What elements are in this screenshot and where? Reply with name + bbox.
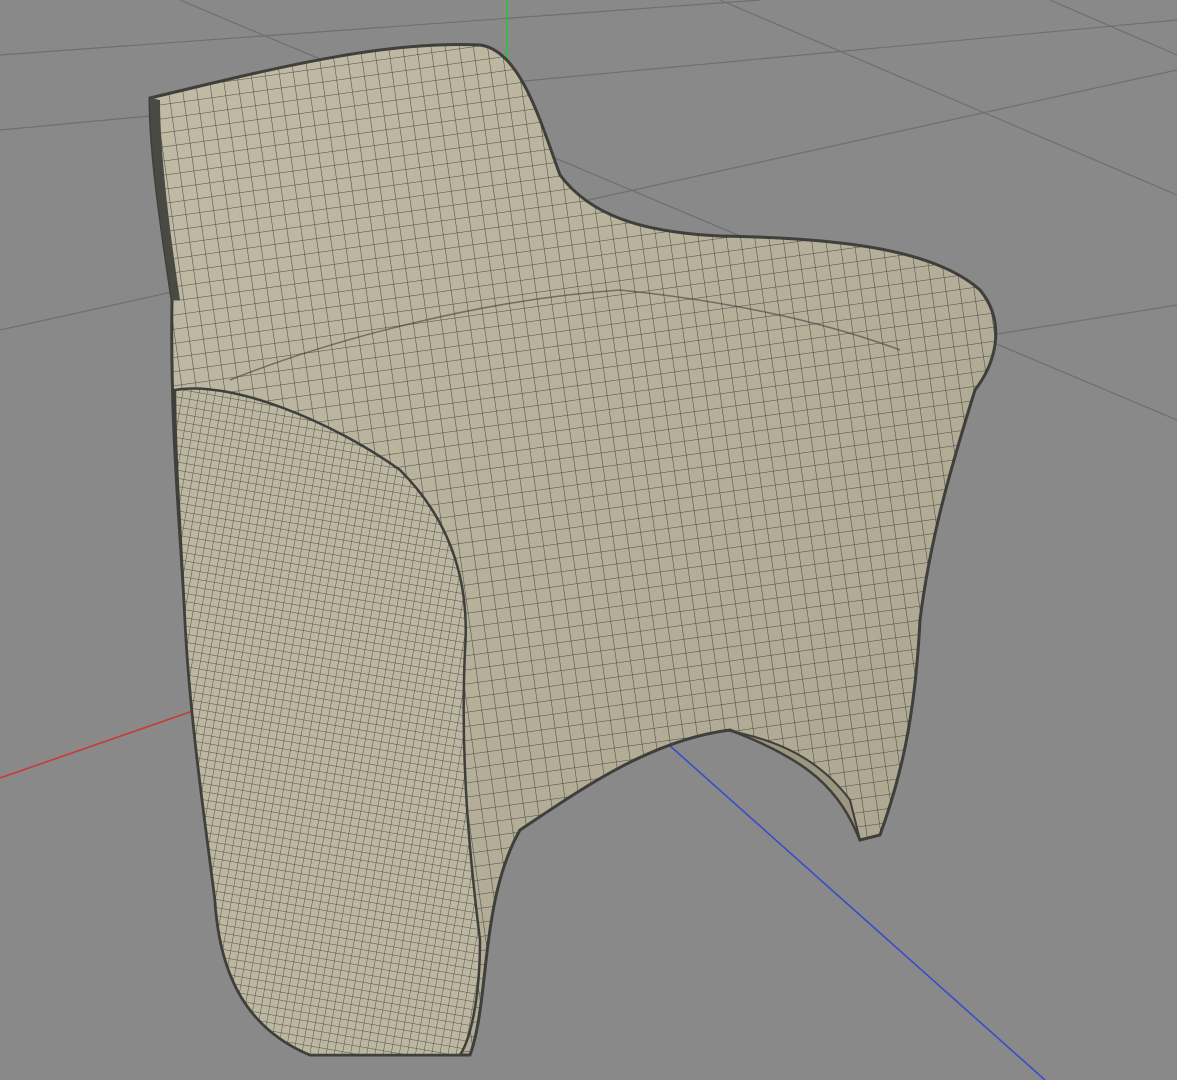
chair-mesh[interactable] — [148, 43, 998, 1057]
x-axis-line — [0, 704, 211, 779]
grid-line — [719, 0, 1177, 196]
3d-viewport[interactable] — [0, 0, 1177, 1080]
grid-line — [1049, 0, 1177, 56]
viewport-canvas[interactable] — [0, 0, 1177, 1080]
grid-line — [0, 0, 761, 56]
